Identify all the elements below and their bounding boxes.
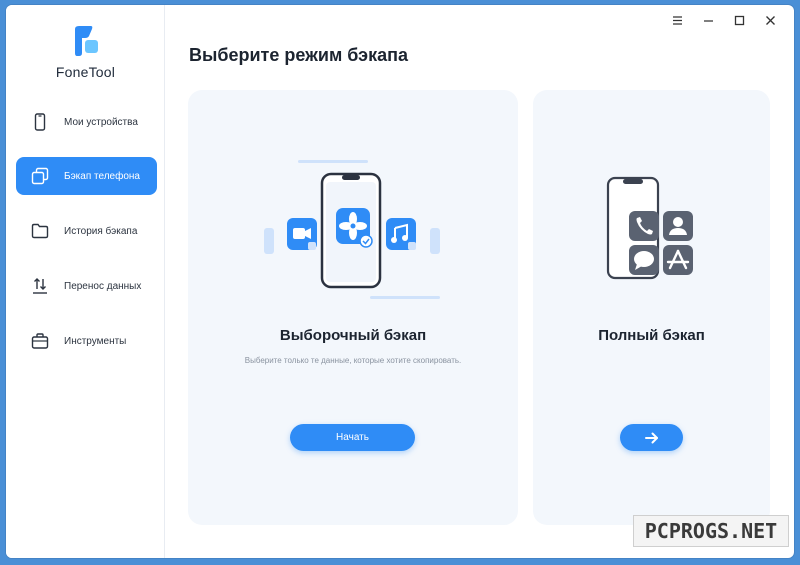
sidebar-item-label: Инструменты: [64, 335, 127, 347]
maximize-button[interactable]: [724, 11, 755, 29]
arrow-right-icon: [644, 432, 658, 443]
sidebar-item-label: Мои устройства: [64, 116, 138, 128]
minimize-icon: [704, 19, 713, 22]
transfer-icon: [33, 278, 47, 294]
fonetool-logo-icon: [74, 26, 98, 56]
sidebar-item-label: Перенос данных: [64, 280, 142, 292]
sidebar-item-label: Бэкап телефона: [64, 170, 140, 182]
full-backup-title: Полный бэкап: [598, 327, 705, 344]
selective-backup-description: Выберите только те данные, которые хотит…: [244, 356, 462, 365]
selective-backup-illustration-icon: [264, 160, 440, 299]
app-window: FoneTool Мои устройства Бэкап телефона И…: [6, 5, 794, 558]
sidebar-item-tools[interactable]: Инструменты: [16, 322, 157, 360]
watermark-text: PCPROGS.NET: [644, 519, 778, 543]
watermark: PCPROGS.NET: [633, 515, 789, 547]
start-button[interactable]: Начать: [290, 424, 415, 451]
sidebar-item-my-devices[interactable]: Мои устройства: [16, 103, 157, 141]
sidebar-item-data-transfer[interactable]: Перенос данных: [16, 267, 157, 305]
close-button[interactable]: [755, 11, 786, 29]
folder-icon: [31, 223, 49, 239]
sidebar-item-backup-history[interactable]: История бэкапа: [16, 212, 157, 250]
full-backup-illustration-icon: [606, 176, 693, 280]
sidebar-item-label: История бэкапа: [64, 225, 138, 237]
menu-button[interactable]: [662, 11, 693, 29]
minimize-button[interactable]: [693, 11, 724, 29]
sidebar-item-phone-backup[interactable]: Бэкап телефона: [16, 157, 157, 195]
sidebar: FoneTool Мои устройства Бэкап телефона И…: [6, 5, 165, 558]
selective-backup-card[interactable]: Выборочный бэкап Выберите только те данн…: [188, 90, 518, 525]
app-name: FoneTool: [55, 64, 116, 80]
full-backup-card[interactable]: Полный бэкап: [533, 90, 770, 525]
backup-icon: [31, 167, 49, 185]
phone-icon: [34, 113, 46, 131]
close-icon: [766, 15, 775, 25]
window-controls: [662, 11, 786, 29]
page-title: Выберите режим бэкапа: [189, 45, 409, 65]
selective-backup-title: Выборочный бэкап: [279, 327, 427, 344]
toolbox-icon: [31, 333, 49, 349]
maximize-icon: [734, 15, 745, 25]
menu-icon: [673, 15, 682, 25]
app-logo: FoneTool: [6, 25, 165, 80]
full-backup-start-button[interactable]: [620, 424, 683, 451]
